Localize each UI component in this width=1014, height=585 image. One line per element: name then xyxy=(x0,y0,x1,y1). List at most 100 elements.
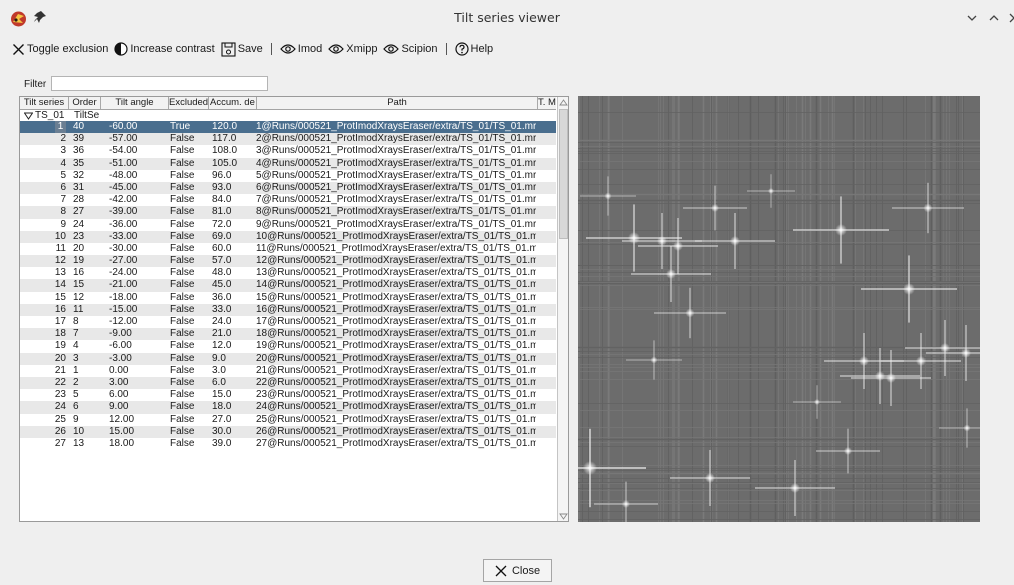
scrollbar-thumb[interactable] xyxy=(559,109,568,239)
row-excluded: False xyxy=(170,279,206,291)
table-row[interactable]: 5 32 -48.00 False 96.0 5@Runs/000521_ProtImod… xyxy=(20,170,556,182)
row-accum-dose: 33.0 xyxy=(212,304,256,316)
row-order: 16 xyxy=(73,267,99,279)
row-excluded-text: False xyxy=(170,133,195,145)
row-accum-dose-text: 81.0 xyxy=(212,206,232,218)
table-row[interactable]: 8 27 -39.00 False 81.0 8@Runs/000521_ProtImod… xyxy=(20,206,556,219)
row-index-text: 4 xyxy=(60,157,66,169)
table-row[interactable]: 6 31 -45.00 False 93.0 6@Runs/000521_ProtImod… xyxy=(20,181,556,195)
row-path: 20@Runs/000521_ProtImodXraysEraser/extra… xyxy=(256,353,536,365)
table-row[interactable]: 17 8 -12.00 False 24.0 17@Runs/000521_ProtImo… xyxy=(20,316,556,328)
table-row[interactable]: 24 6 9.00 False 18.0 24@Runs/000521_ProtImodX… xyxy=(20,401,556,414)
row-index: 22 xyxy=(20,377,69,389)
row-excluded-text: False xyxy=(170,425,195,437)
row-accum-dose-text: 45.0 xyxy=(212,279,232,291)
increase-contrast-button[interactable]: Increase contrast xyxy=(114,42,215,56)
table-row[interactable]: 22 2 3.00 False 6.0 22@Runs/000521_ProtImodXr… xyxy=(20,376,556,390)
column-header-accum-dose[interactable]: Accum. de xyxy=(209,97,257,109)
expand-triangle-icon[interactable] xyxy=(24,112,33,120)
tree-group-row[interactable]: TS_01 TiltSe xyxy=(20,110,556,121)
row-accum-dose-text: 21.0 xyxy=(212,328,232,340)
table-row[interactable]: 15 12 -18.00 False 36.0 15@Runs/000521_ProtIm… xyxy=(20,292,556,304)
table-row[interactable]: 18 7 -9.00 False 21.0 18@Runs/000521_ProtImod… xyxy=(20,328,556,341)
row-order-text: 7 xyxy=(73,328,79,340)
tilt-image-preview[interactable] xyxy=(578,96,980,522)
column-header-t-m[interactable]: T. M xyxy=(538,97,556,109)
row-excluded-text: False xyxy=(170,279,195,291)
row-order: 23 xyxy=(73,231,99,243)
row-path-text: 12@Runs/000521_ProtImodXraysEraser/extra… xyxy=(256,255,536,267)
row-path-text: 4@Runs/000521_ProtImodXraysEraser/extra/… xyxy=(256,157,536,169)
column-header-tilt-angle[interactable]: Tilt angle xyxy=(101,97,169,109)
column-header-order[interactable]: Order xyxy=(69,97,101,109)
scroll-down-arrow-icon[interactable] xyxy=(558,510,569,522)
table-row[interactable]: 26 10 15.00 False 30.0 26@Runs/000521_ProtImo… xyxy=(20,425,556,438)
row-accum-dose-text: 108.0 xyxy=(212,145,238,157)
scipion-button[interactable]: Scipion xyxy=(383,43,438,55)
row-order: 1 xyxy=(73,365,99,377)
table-row[interactable]: 11 20 -30.00 False 60.0 11@Runs/000521_ProtIm… xyxy=(20,243,556,255)
row-index: 12 xyxy=(20,255,69,267)
row-accum-dose-text: 48.0 xyxy=(212,267,232,279)
row-order-text: 10 xyxy=(73,425,85,437)
close-button[interactable]: Close xyxy=(483,559,552,582)
table-row[interactable]: 16 11 -15.00 False 33.0 16@Runs/000521_ProtIm… xyxy=(20,303,556,316)
table-row[interactable]: 19 4 -6.00 False 12.0 19@Runs/000521_ProtImod… xyxy=(20,340,556,352)
row-order-text: 24 xyxy=(73,218,85,230)
table-row[interactable]: 3 36 -54.00 False 108.0 3@Runs/000521_ProtImo… xyxy=(20,145,556,157)
table-row[interactable]: 27 13 18.00 False 39.0 27@Runs/000521_ProtImo… xyxy=(20,438,556,450)
table-row[interactable]: 20 3 -3.00 False 9.0 20@Runs/000521_ProtImodX… xyxy=(20,352,556,365)
row-path: 27@Runs/000521_ProtImodXraysEraser/extra… xyxy=(256,438,536,450)
table-row[interactable]: 14 15 -21.00 False 45.0 14@Runs/000521_ProtIm… xyxy=(20,279,556,292)
row-excluded: False xyxy=(170,145,206,157)
column-header-path[interactable]: Path xyxy=(257,97,538,109)
xmipp-button[interactable]: Xmipp xyxy=(328,43,377,55)
row-accum-dose-text: 18.0 xyxy=(212,401,232,413)
close-window-icon[interactable] xyxy=(1006,10,1014,26)
table-row[interactable]: 9 24 -36.00 False 72.0 9@Runs/000521_ProtImod… xyxy=(20,219,556,231)
table-row[interactable]: 2 39 -57.00 False 117.0 2@Runs/000521_ProtImo… xyxy=(20,133,556,146)
column-header-tilt-series[interactable]: Tilt series xyxy=(20,97,69,109)
table-row[interactable]: 25 9 12.00 False 27.0 25@Runs/000521_ProtImod… xyxy=(20,414,556,426)
row-excluded-text: False xyxy=(170,206,195,218)
row-excluded-text: False xyxy=(170,413,195,425)
table-row[interactable]: 13 16 -24.00 False 48.0 13@Runs/000521_ProtIm… xyxy=(20,267,556,279)
help-button[interactable]: Help xyxy=(454,42,493,56)
row-accum-dose-text: 93.0 xyxy=(212,181,232,193)
table-row[interactable]: 12 19 -27.00 False 57.0 12@Runs/000521_ProtIm… xyxy=(20,255,556,268)
window-title: Tilt series viewer xyxy=(454,10,560,25)
save-button[interactable]: Save xyxy=(221,41,263,57)
imod-button[interactable]: Imod xyxy=(279,43,322,55)
row-index-text: 21 xyxy=(54,364,66,376)
row-excluded: False xyxy=(170,438,206,450)
row-excluded: False xyxy=(170,292,206,304)
row-order-text: 28 xyxy=(73,194,85,206)
row-index-text: 24 xyxy=(54,401,66,413)
table-row[interactable]: 1 40 -60.00 True 120.0 1@Runs/000521_ProtImod… xyxy=(20,121,556,134)
minimize-icon[interactable] xyxy=(964,10,980,26)
table-row[interactable]: 10 23 -33.00 False 69.0 10@Runs/000521_ProtIm… xyxy=(20,230,556,243)
row-index: 1 xyxy=(20,121,69,134)
row-path-text: 7@Runs/000521_ProtImodXraysEraser/extra/… xyxy=(256,194,536,206)
row-excluded: False xyxy=(170,389,206,401)
vertical-scrollbar[interactable] xyxy=(557,97,569,522)
toggle-exclusion-button[interactable]: Toggle exclusion xyxy=(12,43,108,56)
column-header-excluded[interactable]: Excluded xyxy=(169,97,209,109)
table-row[interactable]: 7 28 -42.00 False 84.0 7@Runs/000521_ProtImod… xyxy=(20,194,556,206)
row-excluded: True xyxy=(170,121,206,133)
row-index: 13 xyxy=(20,267,69,279)
row-excluded: False xyxy=(170,328,206,340)
scroll-up-arrow-icon[interactable] xyxy=(558,97,569,109)
row-index-text: 5 xyxy=(60,169,66,181)
table-row[interactable]: 23 5 6.00 False 15.0 23@Runs/000521_ProtImodX… xyxy=(20,389,556,401)
table-row[interactable]: 4 35 -51.00 False 105.0 4@Runs/000521_ProtImo… xyxy=(20,157,556,170)
filter-input[interactable] xyxy=(51,76,268,91)
row-path-text: 16@Runs/000521_ProtImodXraysEraser/extra… xyxy=(256,303,536,315)
row-order: 36 xyxy=(73,145,99,157)
row-path: 16@Runs/000521_ProtImodXraysEraser/extra… xyxy=(256,304,536,316)
maximize-icon[interactable] xyxy=(986,10,1002,26)
row-order: 24 xyxy=(73,219,99,231)
row-index: 10 xyxy=(20,231,69,243)
row-tilt-angle-text: -39.00 xyxy=(109,206,138,218)
table-row[interactable]: 21 1 0.00 False 3.0 21@Runs/000521_ProtImodXr… xyxy=(20,365,556,377)
